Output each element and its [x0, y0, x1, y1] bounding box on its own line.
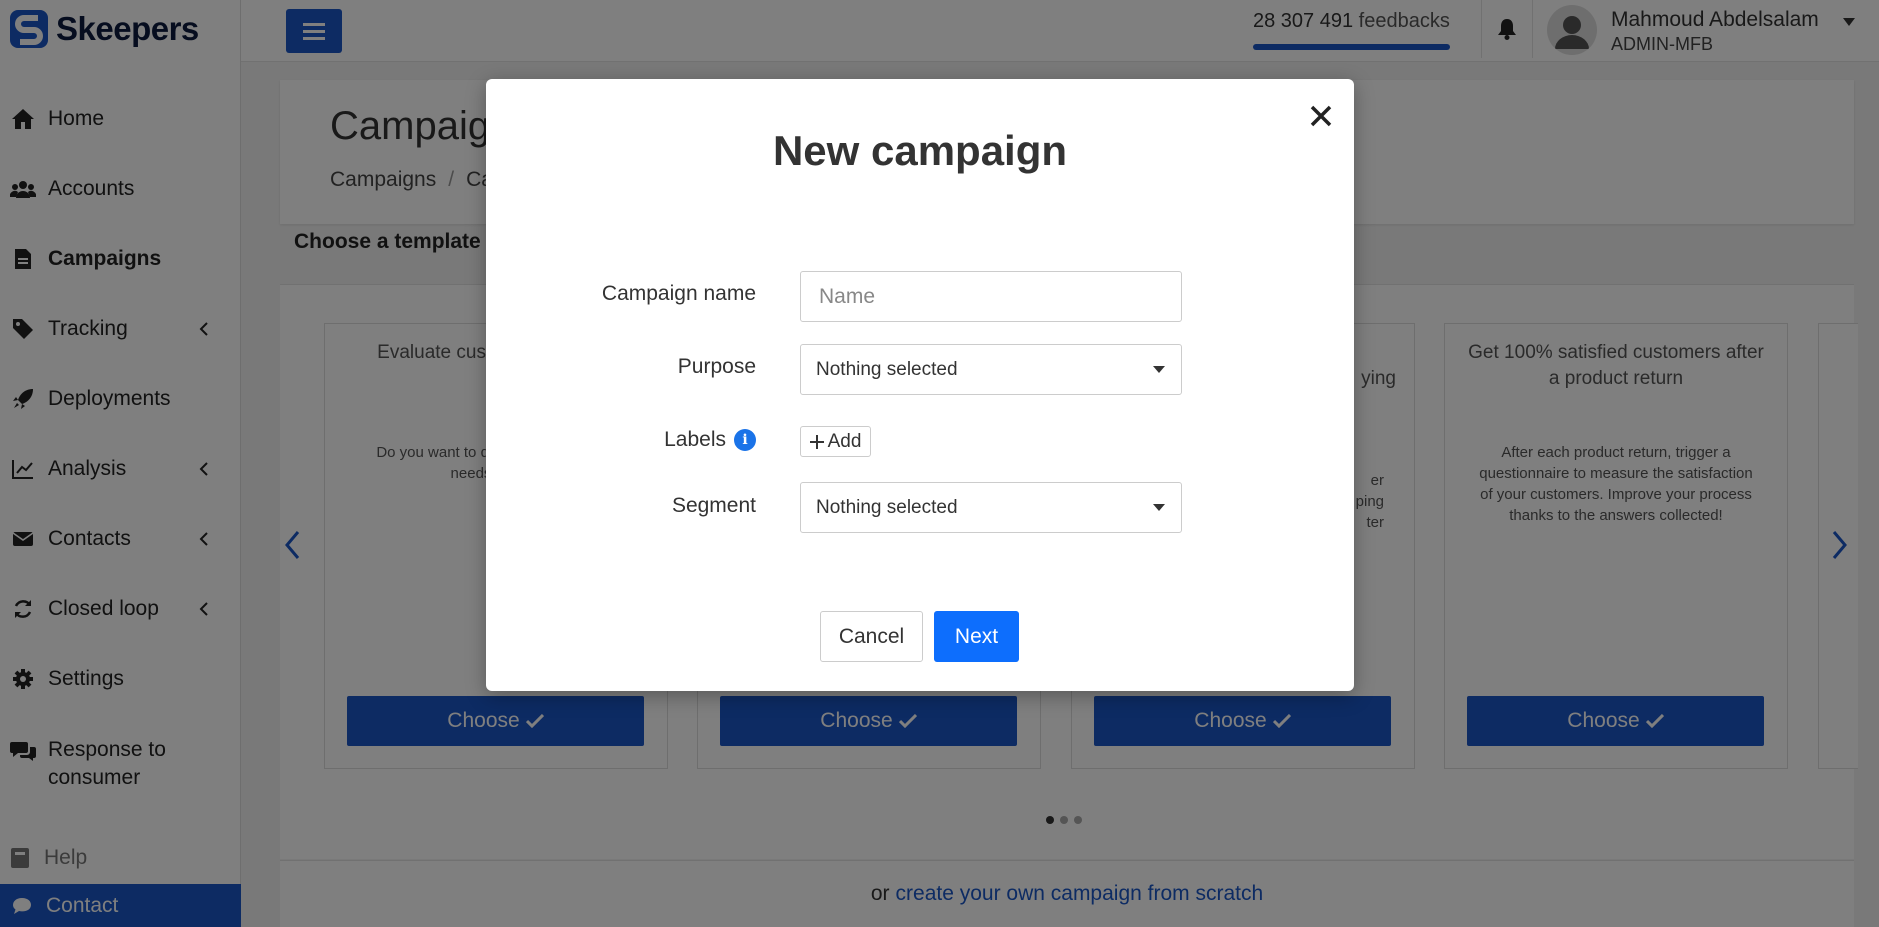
caret-down-icon	[1153, 366, 1165, 373]
purpose-label: Purpose	[678, 355, 756, 379]
info-icon[interactable]: i	[734, 429, 756, 451]
segment-select[interactable]: Nothing selected	[800, 482, 1182, 533]
campaign-name-input[interactable]	[800, 271, 1182, 322]
next-button[interactable]: Next	[934, 611, 1019, 662]
segment-label: Segment	[672, 494, 756, 518]
close-icon	[1310, 105, 1332, 127]
plus-icon	[809, 434, 824, 449]
purpose-label-text: Purpose	[677, 355, 756, 378]
caret-down-icon	[1153, 504, 1165, 511]
add-label-button[interactable]: Add	[800, 426, 871, 457]
modal-title: New campaign	[772, 127, 1068, 174]
segment-select-value: Nothing selected	[816, 496, 958, 518]
cancel-button[interactable]: Cancel	[820, 611, 923, 662]
new-campaign-modal: New campaign Campaign name Purpose Nothi…	[486, 79, 1354, 691]
campaign-name-label-text: Campaign name	[601, 282, 756, 305]
labels-label-text: Labels	[664, 428, 726, 451]
segment-label-text: Segment	[671, 494, 756, 517]
purpose-select[interactable]: Nothing selected	[800, 344, 1182, 395]
labels-label: Labels i	[664, 428, 756, 452]
add-label-text: Add	[827, 430, 862, 452]
campaign-name-label: Campaign name	[602, 282, 756, 306]
purpose-select-value: Nothing selected	[816, 358, 958, 380]
